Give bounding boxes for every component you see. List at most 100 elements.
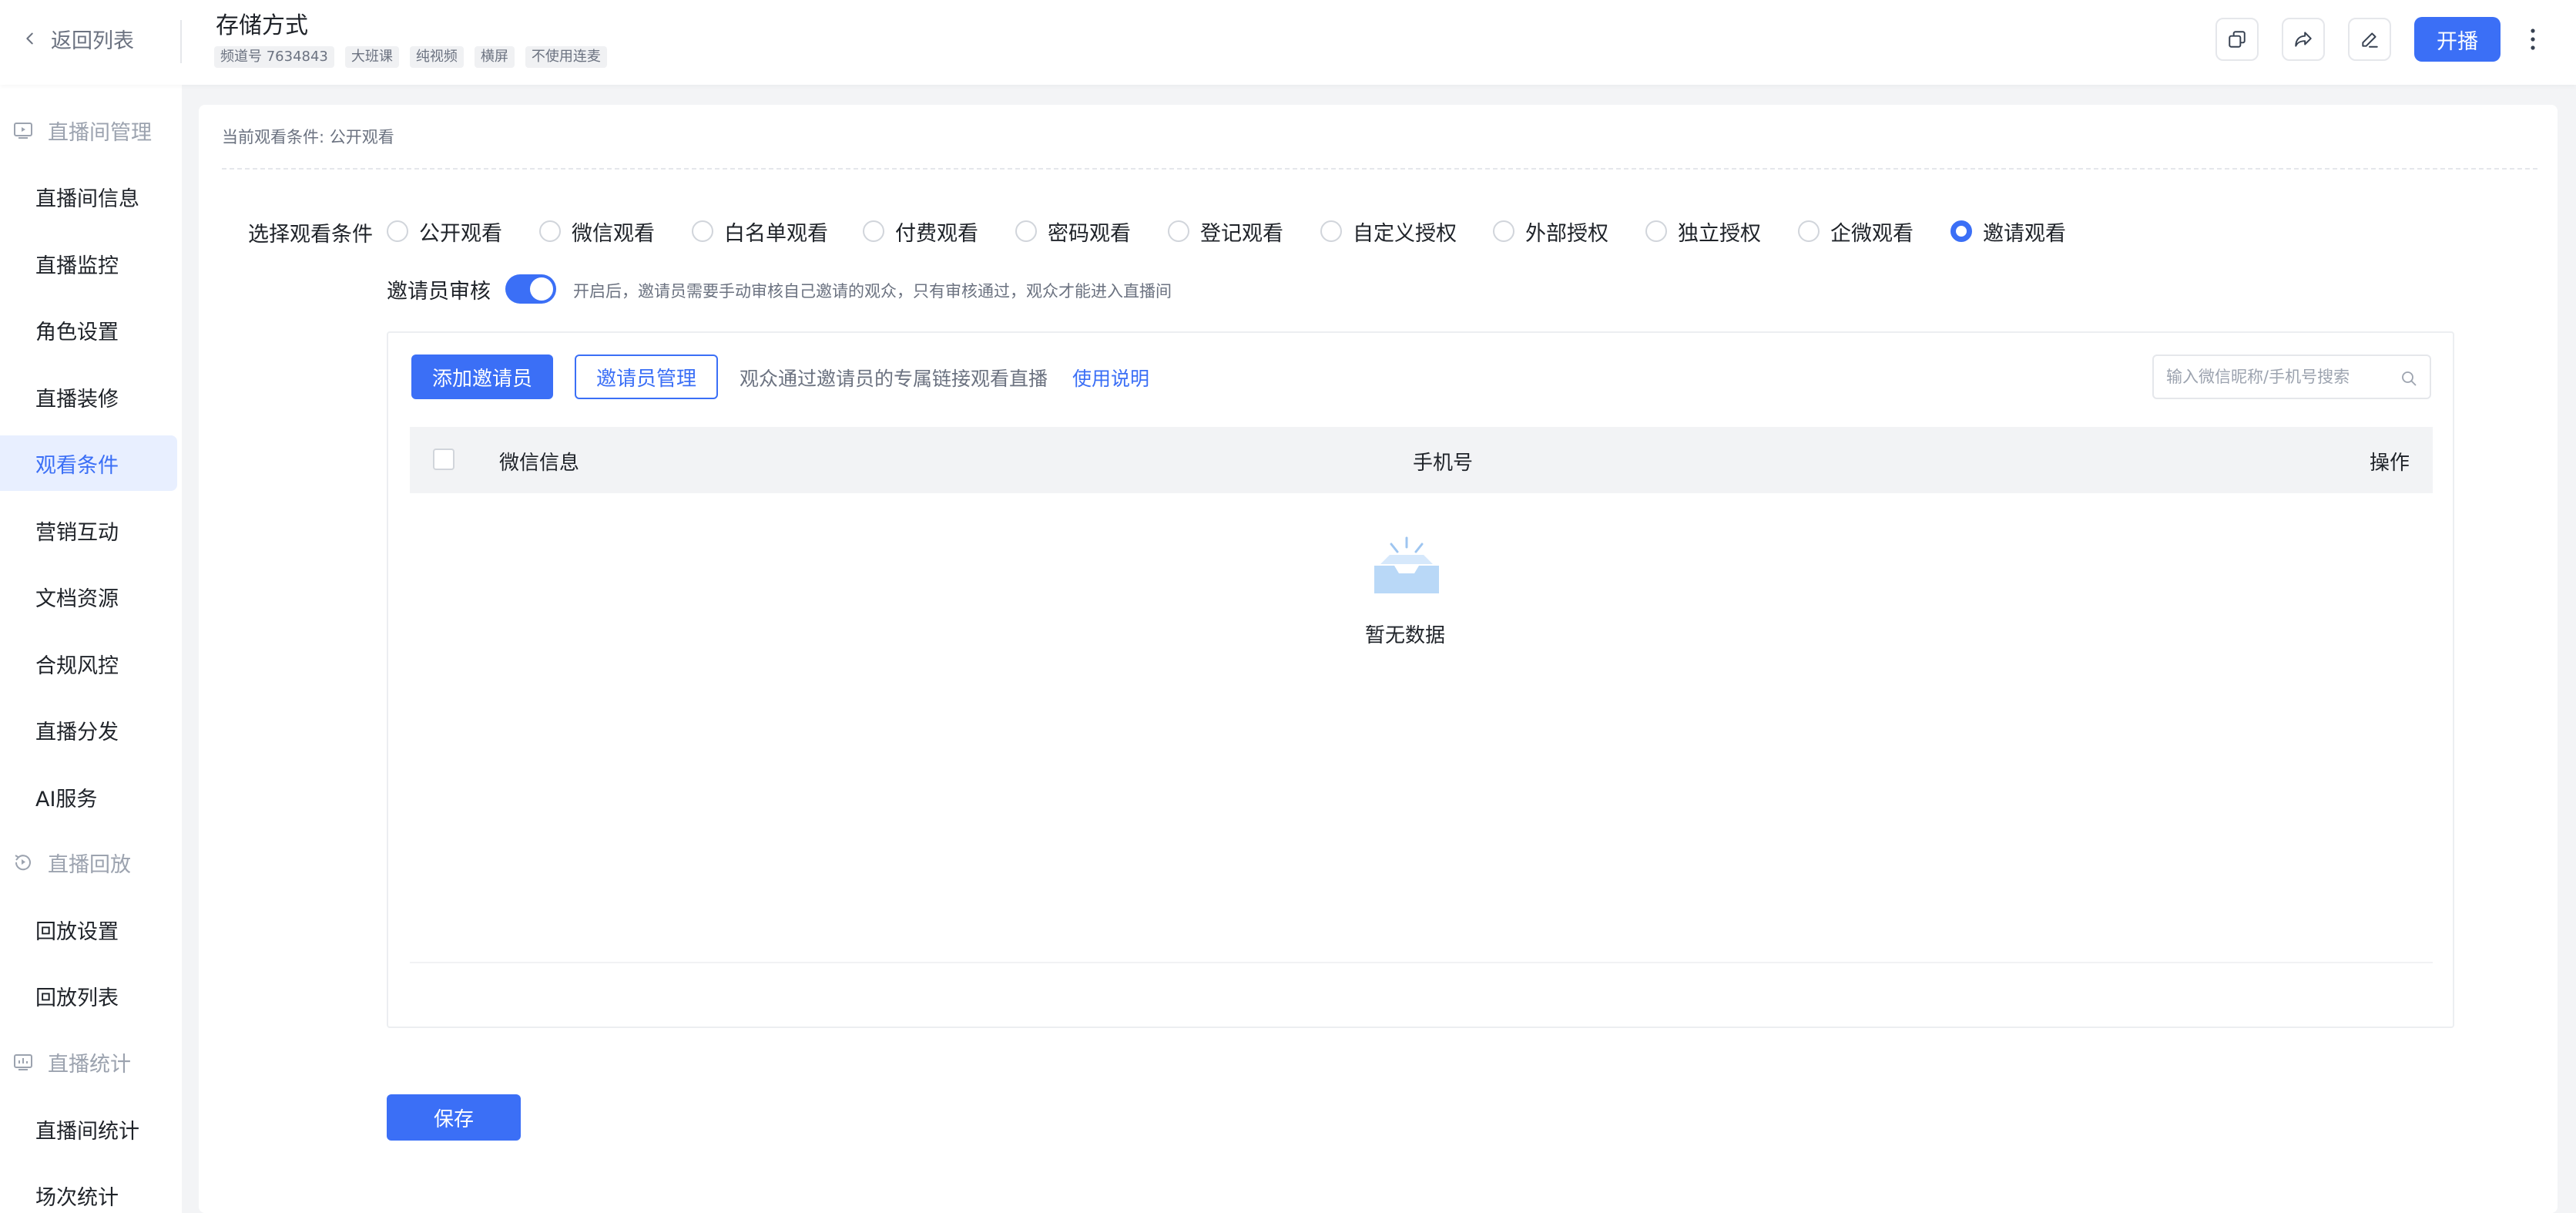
sidebar-item-decoration[interactable]: 直播装修	[0, 369, 177, 425]
sidebar-item-roles[interactable]: 角色设置	[0, 302, 177, 358]
inviter-panel: 添加邀请员 邀请员管理 观众通过邀请员的专属链接观看直播 使用说明 微信信息 手…	[387, 331, 2454, 1028]
toggle-knob	[530, 277, 553, 301]
sidebar-item-ai-service[interactable]: AI服务	[0, 769, 177, 825]
radio-password[interactable]: 密码观看	[1015, 216, 1131, 247]
manage-inviters-button[interactable]: 邀请员管理	[575, 354, 718, 399]
page-title: 存储方式	[216, 12, 308, 39]
radio-dot	[1950, 220, 1972, 242]
radio-dot	[1168, 220, 1189, 242]
radio-whitelist[interactable]: 白名单观看	[692, 216, 828, 247]
section-divider	[222, 168, 2537, 170]
sidebar-item-monitor[interactable]: 直播监控	[0, 236, 177, 291]
inviter-review-hint: 开启后，邀请员需要手动审核自己邀请的观众，只有审核通过，观众才能进入直播间	[573, 282, 1172, 301]
radio-independent-auth[interactable]: 独立授权	[1645, 216, 1761, 247]
orientation-tag: 横屏	[474, 46, 515, 68]
radio-label: 公开观看	[419, 221, 502, 246]
radio-label: 登记观看	[1200, 221, 1283, 246]
inviter-search-input[interactable]	[2154, 356, 2430, 398]
sidebar-group-label: 直播回放	[48, 852, 131, 877]
sidebar-item-playback-list[interactable]: 回放列表	[0, 968, 177, 1023]
sidebar-item-documents[interactable]: 文档资源	[0, 569, 177, 624]
statistics-icon	[14, 1054, 32, 1070]
sidebar-group-statistics: 直播统计	[12, 1045, 131, 1079]
select-all-checkbox[interactable]	[433, 449, 454, 470]
column-header-wechat: 微信信息	[499, 452, 580, 475]
chevron-left-icon	[26, 32, 33, 45]
radio-label: 邀请观看	[1983, 221, 2066, 246]
sidebar-item-compliance[interactable]: 合规风控	[0, 636, 177, 691]
table-header: 微信信息 手机号 操作	[410, 427, 2433, 493]
radio-label: 自定义授权	[1353, 221, 1457, 246]
table-bottom-border	[410, 962, 2433, 963]
radio-custom-auth[interactable]: 自定义授权	[1320, 216, 1457, 247]
radio-paid[interactable]: 付费观看	[863, 216, 978, 247]
radio-label: 企微观看	[1830, 221, 1914, 246]
sidebar-item-session-statistics[interactable]: 场次统计	[0, 1168, 177, 1213]
header-divider	[180, 20, 182, 63]
radio-registration[interactable]: 登记观看	[1168, 216, 1283, 247]
playback-icon	[15, 855, 31, 871]
copy-icon	[2229, 31, 2246, 48]
edit-button[interactable]	[2348, 18, 2391, 61]
sidebar-item-marketing[interactable]: 营销互动	[0, 502, 177, 558]
radio-wechat[interactable]: 微信观看	[539, 216, 655, 247]
sidebar-item-live-info[interactable]: 直播间信息	[0, 169, 177, 224]
sidebar-item-distribution[interactable]: 直播分发	[0, 702, 177, 758]
empty-inbox-icon	[1374, 536, 1439, 593]
sidebar: 直播间管理 直播间信息 直播监控 角色设置 直播装修 观看条件 营销互动 文档资…	[0, 85, 182, 1213]
pencil-icon	[2362, 32, 2378, 48]
start-live-button[interactable]: 开播	[2414, 17, 2501, 62]
radio-dot	[1320, 220, 1342, 242]
sidebar-group-playback: 直播回放	[12, 845, 131, 879]
live-room-icon	[14, 123, 32, 139]
radio-label: 微信观看	[572, 221, 655, 246]
radio-invite[interactable]: 邀请观看	[1950, 216, 2066, 247]
channel-tags: 频道号 7634843 大班课 纯视频 横屏 不使用连麦	[214, 46, 607, 68]
column-header-actions: 操作	[2369, 452, 2410, 475]
radio-wecom[interactable]: 企微观看	[1798, 216, 1914, 247]
header-actions: 开播	[2215, 17, 2542, 62]
usage-guide-link[interactable]: 使用说明	[1072, 364, 1149, 391]
radio-dot	[539, 220, 561, 242]
inviter-link-hint: 观众通过邀请员的专属链接观看直播	[740, 368, 1048, 390]
channel-id-tag: 频道号 7634843	[214, 46, 334, 68]
radio-dot	[1015, 220, 1037, 242]
top-header: 返回列表 存储方式 频道号 7634843 大班课 纯视频 横屏 不使用连麦 开…	[0, 0, 2576, 85]
copy-button[interactable]	[2215, 18, 2259, 61]
video-mode-tag: 纯视频	[409, 46, 464, 68]
save-button[interactable]: 保存	[387, 1094, 521, 1141]
radio-dot	[692, 220, 713, 242]
radio-label: 密码观看	[1048, 221, 1131, 246]
search-icon[interactable]	[2400, 370, 2417, 387]
radio-dot	[1645, 220, 1667, 242]
inviter-review-label: 邀请员审核	[387, 280, 491, 304]
radio-public[interactable]: 公开观看	[387, 216, 502, 247]
current-condition-text: 当前观看条件: 公开观看	[222, 128, 394, 146]
radio-dot	[1493, 220, 1514, 242]
sidebar-item-playback-settings[interactable]: 回放设置	[0, 902, 177, 957]
radio-dot	[387, 220, 408, 242]
back-to-list-link[interactable]: 返回列表	[22, 23, 134, 54]
column-header-phone: 手机号	[1413, 452, 1474, 475]
sidebar-group-label: 直播间管理	[48, 120, 152, 145]
inviter-search	[2152, 354, 2431, 399]
radio-label: 付费观看	[895, 221, 978, 246]
radio-label: 外部授权	[1525, 221, 1608, 246]
main-content: 当前观看条件: 公开观看 选择观看条件 公开观看 微信观看 白名单观看 付费观看…	[199, 105, 2558, 1213]
more-menu-button[interactable]	[2524, 18, 2542, 61]
class-type-tag: 大班课	[344, 46, 399, 68]
select-condition-label: 选择观看条件	[248, 223, 373, 247]
radio-external-auth[interactable]: 外部授权	[1493, 216, 1608, 247]
sidebar-group-label: 直播统计	[48, 1052, 131, 1077]
add-inviter-button[interactable]: 添加邀请员	[411, 354, 553, 399]
share-icon	[2295, 32, 2312, 47]
inviter-review-toggle[interactable]	[505, 274, 556, 304]
sidebar-group-live-room: 直播间管理	[12, 113, 152, 147]
share-button[interactable]	[2282, 18, 2325, 61]
radio-dot	[863, 220, 884, 242]
radio-label: 独立授权	[1678, 221, 1761, 246]
sidebar-item-room-statistics[interactable]: 直播间统计	[0, 1101, 177, 1157]
co-host-tag: 不使用连麦	[525, 46, 607, 68]
empty-state-text: 暂无数据	[1365, 624, 1446, 647]
sidebar-item-watch-conditions[interactable]: 观看条件	[0, 435, 177, 491]
